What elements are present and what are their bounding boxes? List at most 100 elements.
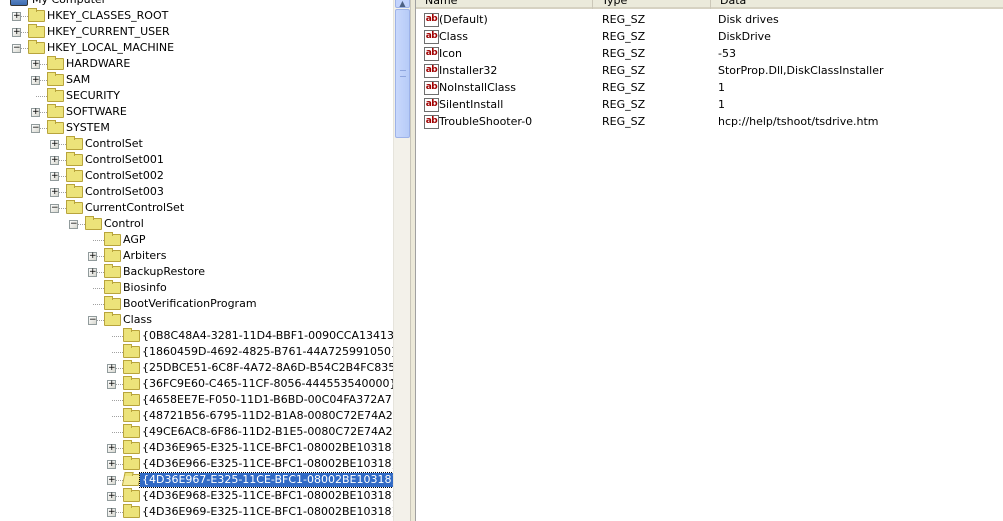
expand-icon[interactable]: + bbox=[12, 12, 21, 21]
collapse-icon[interactable]: − bbox=[50, 204, 59, 213]
tree-item-label[interactable]: ControlSet bbox=[83, 137, 145, 151]
tree-item[interactable]: + ControlSet003 bbox=[0, 184, 393, 200]
tree-item[interactable]: + {4D36E968-E325-11CE-BFC1-08002BE10318} bbox=[0, 488, 393, 504]
expand-icon[interactable]: + bbox=[88, 268, 97, 277]
tree-item-label[interactable]: My Computer bbox=[30, 0, 108, 7]
tree-item-label[interactable]: {4D36E965-E325-11CE-BFC1-08002BE10318} bbox=[140, 441, 393, 455]
tree-item[interactable]: Biosinfo bbox=[0, 280, 393, 296]
tree-item-label[interactable]: HARDWARE bbox=[64, 57, 132, 71]
expand-icon[interactable]: + bbox=[107, 476, 116, 485]
expand-icon[interactable]: + bbox=[50, 156, 59, 165]
expand-icon[interactable]: + bbox=[31, 76, 40, 85]
tree-item[interactable]: + BackupRestore bbox=[0, 264, 393, 280]
expand-icon[interactable]: + bbox=[88, 252, 97, 261]
tree-item[interactable]: − Class bbox=[0, 312, 393, 328]
tree-item[interactable]: + ControlSet002 bbox=[0, 168, 393, 184]
tree-item-label[interactable]: {4658EE7E-F050-11D1-B6BD-00C04FA372A7} bbox=[140, 393, 393, 407]
tree-item[interactable]: + Arbiters bbox=[0, 248, 393, 264]
tree-item[interactable]: + ControlSet001 bbox=[0, 152, 393, 168]
tree-item-label[interactable]: {0B8C48A4-3281-11D4-BBF1-0090CCA13413} bbox=[140, 329, 393, 343]
tree-vertical-scrollbar[interactable]: ▲ bbox=[393, 0, 410, 521]
value-row[interactable]: ab SilentInstall REG_SZ 1 bbox=[416, 97, 1003, 113]
tree-item-label[interactable]: {25DBCE51-6C8F-4A72-8A6D-B54C2B4FC835} bbox=[140, 361, 393, 375]
value-row[interactable]: ab (Default) REG_SZ Disk drives bbox=[416, 12, 1003, 28]
tree-item[interactable]: + {4D36E967-E325-11CE-BFC1-08002BE10318} bbox=[0, 472, 393, 488]
expand-icon[interactable]: + bbox=[12, 28, 21, 37]
expand-icon[interactable]: + bbox=[50, 140, 59, 149]
expand-icon[interactable]: + bbox=[107, 380, 116, 389]
tree-item-label[interactable]: {4D36E968-E325-11CE-BFC1-08002BE10318} bbox=[140, 489, 393, 503]
expand-icon[interactable]: + bbox=[107, 508, 116, 517]
column-header-data[interactable]: Data bbox=[711, 0, 1003, 9]
expand-icon[interactable]: + bbox=[31, 60, 40, 69]
tree-item-label[interactable]: SAM bbox=[64, 73, 92, 87]
tree-item[interactable]: BootVerificationProgram bbox=[0, 296, 393, 312]
tree-item-label[interactable]: CurrentControlSet bbox=[83, 201, 186, 215]
tree-item[interactable]: + {4D36E969-E325-11CE-BFC1-08002BE10318} bbox=[0, 504, 393, 520]
column-header-type[interactable]: Type bbox=[593, 0, 711, 9]
tree-item-label[interactable]: HKEY_CURRENT_USER bbox=[45, 25, 172, 39]
collapse-icon[interactable]: − bbox=[69, 220, 78, 229]
value-row[interactable]: ab Icon REG_SZ -53 bbox=[416, 46, 1003, 62]
tree-item-label[interactable]: {49CE6AC8-6F86-11D2-B1E5-0080C72E74A2} bbox=[140, 425, 393, 439]
tree-item-label[interactable]: BackupRestore bbox=[121, 265, 207, 279]
tree-item-label[interactable]: {36FC9E60-C465-11CF-8056-444553540000} bbox=[140, 377, 393, 391]
tree-item-label[interactable]: Class bbox=[121, 313, 154, 327]
value-row[interactable]: ab NoInstallClass REG_SZ 1 bbox=[416, 80, 1003, 96]
tree-item-label[interactable]: Control bbox=[102, 217, 146, 231]
tree-item-label[interactable]: {4D36E967-E325-11CE-BFC1-08002BE10318} bbox=[139, 472, 393, 488]
tree-item[interactable]: SECURITY bbox=[0, 88, 393, 104]
tree-item[interactable]: + HKEY_CURRENT_USER bbox=[0, 24, 393, 40]
tree-item-label[interactable]: SOFTWARE bbox=[64, 105, 129, 119]
tree-item-label[interactable]: Biosinfo bbox=[121, 281, 169, 295]
tree-item[interactable]: {49CE6AC8-6F86-11D2-B1E5-0080C72E74A2} bbox=[0, 424, 393, 440]
tree-item-label[interactable]: BootVerificationProgram bbox=[121, 297, 259, 311]
tree-item-label[interactable]: ControlSet003 bbox=[83, 185, 166, 199]
tree-item[interactable]: + {4D36E965-E325-11CE-BFC1-08002BE10318} bbox=[0, 440, 393, 456]
expand-icon[interactable]: + bbox=[107, 492, 116, 501]
scrollbar-thumb[interactable] bbox=[395, 9, 410, 138]
expand-icon[interactable]: + bbox=[107, 460, 116, 469]
tree-item[interactable]: + {25DBCE51-6C8F-4A72-8A6D-B54C2B4FC835} bbox=[0, 360, 393, 376]
tree-item[interactable]: My Computer bbox=[0, 0, 393, 8]
tree-item[interactable]: {1860459D-4692-4825-B761-44A725991050} bbox=[0, 344, 393, 360]
tree-item-label[interactable]: AGP bbox=[121, 233, 148, 247]
tree-item[interactable]: − Control bbox=[0, 216, 393, 232]
tree-item-label[interactable]: {4D36E969-E325-11CE-BFC1-08002BE10318} bbox=[140, 505, 393, 519]
tree-item[interactable]: + SOFTWARE bbox=[0, 104, 393, 120]
collapse-icon[interactable]: − bbox=[12, 44, 21, 53]
tree-item[interactable]: + HARDWARE bbox=[0, 56, 393, 72]
tree-item-label[interactable]: Arbiters bbox=[121, 249, 168, 263]
tree-item-label[interactable]: SYSTEM bbox=[64, 121, 112, 135]
expand-icon[interactable]: + bbox=[50, 188, 59, 197]
collapse-icon[interactable]: − bbox=[31, 124, 40, 133]
tree-item-label[interactable]: SECURITY bbox=[64, 89, 122, 103]
tree-item-label[interactable]: HKEY_LOCAL_MACHINE bbox=[45, 41, 176, 55]
tree-item-label[interactable]: HKEY_CLASSES_ROOT bbox=[45, 9, 170, 23]
tree-item-label[interactable]: {1860459D-4692-4825-B761-44A725991050} bbox=[140, 345, 393, 359]
expand-icon[interactable]: + bbox=[107, 444, 116, 453]
value-row[interactable]: ab Class REG_SZ DiskDrive bbox=[416, 29, 1003, 45]
tree-item[interactable]: + HKEY_CLASSES_ROOT bbox=[0, 8, 393, 24]
tree-item[interactable]: {48721B56-6795-11D2-B1A8-0080C72E74A2} bbox=[0, 408, 393, 424]
tree-item[interactable]: + {36FC9E60-C465-11CF-8056-444553540000} bbox=[0, 376, 393, 392]
expand-icon[interactable]: + bbox=[107, 364, 116, 373]
value-row[interactable]: ab TroubleShooter-0 REG_SZ hcp://help/tshoo… bbox=[416, 114, 1003, 130]
value-row[interactable]: ab Installer32 REG_SZ StorProp.Dll,DiskClas… bbox=[416, 63, 1003, 79]
tree-item[interactable]: − CurrentControlSet bbox=[0, 200, 393, 216]
collapse-icon[interactable]: − bbox=[88, 316, 97, 325]
tree-item[interactable]: − SYSTEM bbox=[0, 120, 393, 136]
tree-item-label[interactable]: {4D36E966-E325-11CE-BFC1-08002BE10318} bbox=[140, 457, 393, 471]
tree-item[interactable]: + {4D36E966-E325-11CE-BFC1-08002BE10318} bbox=[0, 456, 393, 472]
tree-item[interactable]: {0B8C48A4-3281-11D4-BBF1-0090CCA13413} bbox=[0, 328, 393, 344]
registry-values-list[interactable]: Name Type Data ab (Default) REG_SZ Disk dri… bbox=[416, 0, 1003, 521]
tree-item-label[interactable]: ControlSet002 bbox=[83, 169, 166, 183]
tree-item[interactable]: − HKEY_LOCAL_MACHINE bbox=[0, 40, 393, 56]
tree-item-label[interactable]: ControlSet001 bbox=[83, 153, 166, 167]
registry-key-tree[interactable]: My Computer + HKEY_CLASSES_ROOT + HKEY_CURRE… bbox=[0, 0, 393, 521]
tree-item[interactable]: + ControlSet bbox=[0, 136, 393, 152]
column-header-name[interactable]: Name bbox=[416, 0, 593, 9]
tree-item[interactable]: AGP bbox=[0, 232, 393, 248]
tree-item[interactable]: + SAM bbox=[0, 72, 393, 88]
expand-icon[interactable]: + bbox=[31, 108, 40, 117]
